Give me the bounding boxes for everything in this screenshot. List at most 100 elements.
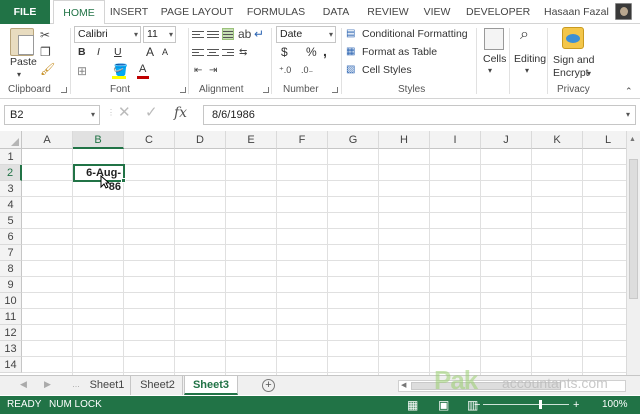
page-layout-view-icon[interactable]: ▣ (438, 396, 449, 414)
zoom-in-icon[interactable]: + (573, 396, 579, 414)
row-header-7[interactable]: 7 (0, 245, 22, 261)
cell-styles-icon[interactable]: ▧ (346, 63, 355, 77)
paste-icon[interactable] (10, 28, 34, 56)
row-header-3[interactable]: 3 (0, 181, 22, 197)
row-header-6[interactable]: 6 (0, 229, 22, 245)
user-avatar[interactable] (615, 3, 632, 20)
column-header-d[interactable]: D (175, 131, 226, 149)
tab-developer[interactable]: DEVELOPER (466, 0, 530, 24)
normal-view-icon[interactable]: ▦ (407, 396, 418, 414)
align-right-icon[interactable] (222, 47, 234, 59)
grow-font-button[interactable]: A (146, 45, 154, 59)
sign-encrypt-button[interactable]: Sign and (553, 54, 594, 66)
align-left-icon[interactable] (192, 47, 204, 59)
formula-input[interactable]: 8/6/1986 ▾ (203, 105, 636, 125)
format-as-table-button[interactable]: Format as Table (362, 46, 437, 58)
binoculars-icon[interactable]: ⌕ (520, 27, 529, 43)
font-color-button[interactable]: A (139, 63, 146, 75)
number-launcher-icon[interactable] (332, 87, 338, 93)
sign-encrypt-button-line2[interactable]: Encrypt (553, 67, 589, 79)
column-header-f[interactable]: F (277, 131, 328, 149)
percent-button[interactable]: % (306, 45, 317, 59)
cut-icon[interactable]: ✂ (40, 28, 50, 42)
column-header-e[interactable]: E (226, 131, 277, 149)
worksheet-grid[interactable]: ABCDEFGHIJKL 1 2 3 4 5 6 7 8 9 10 11 12 13 14 6-Aug-8… (0, 131, 626, 375)
row-header-11[interactable]: 11 (0, 309, 22, 325)
zoom-slider[interactable] (483, 404, 569, 405)
borders-icon[interactable]: ⊞ (77, 64, 87, 78)
copy-icon[interactable]: ❐ (40, 45, 51, 59)
alignment-launcher-icon[interactable] (263, 87, 269, 93)
column-header-g[interactable]: G (328, 131, 379, 149)
tab-file[interactable]: FILE (0, 0, 50, 24)
chevron-down-icon[interactable]: ▾ (488, 64, 492, 78)
font-family-select[interactable]: Calibri ▾ (74, 26, 141, 43)
row-header-2[interactable]: 2 (0, 165, 22, 181)
increase-indent-icon[interactable]: ⇥ (209, 64, 217, 78)
tab-view[interactable]: VIEW (421, 0, 453, 24)
name-box[interactable]: B2 ▾ (4, 105, 100, 125)
row-header-14[interactable]: 14 (0, 357, 22, 373)
font-size-select[interactable]: 11 ▾ (143, 26, 176, 43)
conditional-formatting-button[interactable]: Conditional Formatting (362, 28, 468, 40)
italic-button[interactable]: I (97, 46, 100, 58)
column-header-j[interactable]: J (481, 131, 532, 149)
row-header-1[interactable]: 1 (0, 149, 22, 165)
paste-button[interactable]: Paste (10, 56, 37, 68)
tab-review[interactable]: REVIEW (366, 0, 410, 24)
row-header-5[interactable]: 5 (0, 213, 22, 229)
column-header-c[interactable]: C (124, 131, 175, 149)
cells-button[interactable]: Cells (483, 53, 506, 65)
format-table-icon[interactable]: ▦ (346, 45, 355, 59)
insert-function-icon[interactable]: fx (174, 106, 187, 120)
clipboard-launcher-icon[interactable] (61, 87, 67, 93)
shrink-font-button[interactable]: A (162, 47, 168, 57)
tab-page-layout[interactable]: PAGE LAYOUT (160, 0, 234, 24)
scroll-left-icon[interactable]: ◀ (401, 381, 406, 389)
fill-color-icon[interactable]: 🪣 (113, 63, 128, 77)
user-name[interactable]: Hasaan Fazal (544, 0, 609, 24)
column-header-k[interactable]: K (532, 131, 583, 149)
vertical-scroll-thumb[interactable] (629, 159, 638, 299)
tab-insert[interactable]: INSERT (108, 0, 150, 24)
enter-icon[interactable]: ✓ (145, 105, 158, 120)
increase-decimal-icon[interactable]: ⁺.0 (279, 63, 291, 77)
next-sheet-icon[interactable]: ▶ (44, 379, 51, 390)
new-sheet-icon[interactable]: + (262, 379, 275, 392)
tab-formulas[interactable]: FORMULAS (245, 0, 307, 24)
number-format-select[interactable]: Date ▾ (276, 26, 336, 43)
column-header-l[interactable]: L (583, 131, 626, 149)
format-painter-icon[interactable]: 🖌 (40, 62, 55, 76)
column-header-a[interactable]: A (22, 131, 73, 149)
sheet-tab-sheet2[interactable]: Sheet2 (133, 376, 183, 395)
align-top-icon[interactable] (192, 29, 204, 41)
chevron-down-icon[interactable]: ▾ (525, 64, 529, 78)
column-header-b[interactable]: B (73, 131, 124, 149)
conditional-formatting-icon[interactable]: ▤ (346, 27, 355, 41)
sheet-tab-sheet3[interactable]: Sheet3 (184, 376, 238, 395)
row-header-13[interactable]: 13 (0, 341, 22, 357)
decrease-decimal-icon[interactable]: .0₋ (301, 63, 313, 77)
editing-button[interactable]: Editing (514, 53, 546, 65)
cell-styles-button[interactable]: Cell Styles (362, 64, 412, 76)
decrease-indent-icon[interactable]: ⇤ (194, 64, 202, 78)
cell-b2[interactable]: 6-Aug-86 (74, 166, 124, 194)
align-center-icon[interactable] (207, 47, 219, 59)
row-header-12[interactable]: 12 (0, 325, 22, 341)
align-middle-icon[interactable] (207, 29, 219, 41)
collapse-ribbon-icon[interactable]: ⌃ (625, 84, 633, 98)
sheet-tab-sheet1[interactable]: Sheet1 (84, 376, 131, 395)
row-header-4[interactable]: 4 (0, 197, 22, 213)
chevron-down-icon[interactable]: ▾ (587, 67, 591, 81)
cancel-icon[interactable]: ✕ (118, 105, 131, 120)
vertical-scrollbar[interactable]: ▲ (626, 131, 640, 375)
column-header-i[interactable]: I (430, 131, 481, 149)
align-bottom-icon[interactable] (222, 28, 234, 40)
row-header-8[interactable]: 8 (0, 261, 22, 277)
fill-handle[interactable] (121, 178, 126, 183)
zoom-level[interactable]: 100% (602, 396, 628, 414)
wrap-text-icon[interactable]: ↵ (254, 27, 264, 41)
tab-home[interactable]: HOME (53, 0, 105, 25)
row-header-10[interactable]: 10 (0, 293, 22, 309)
prev-sheet-icon[interactable]: ◀ (20, 379, 27, 390)
